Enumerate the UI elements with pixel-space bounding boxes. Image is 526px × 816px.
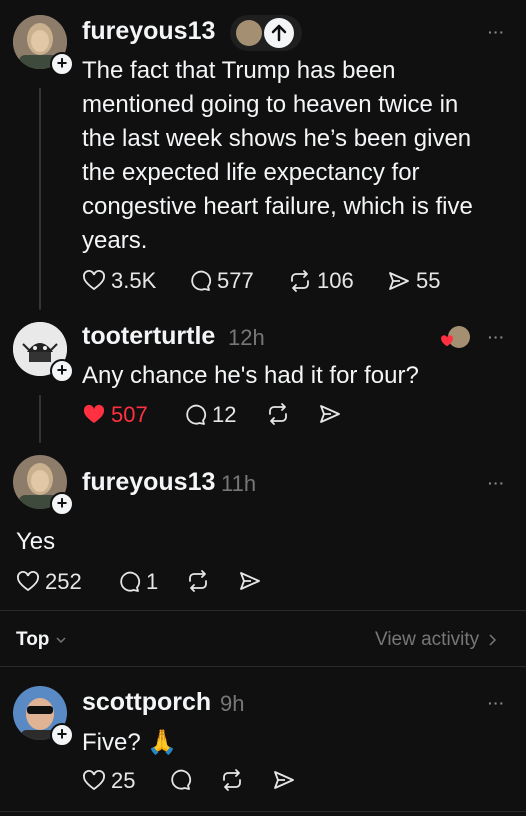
post-text: Any chance he's had it for four? (82, 362, 419, 389)
like-count: 507 (111, 402, 148, 427)
reply-count: 1 (146, 569, 159, 594)
divider (0, 811, 526, 812)
repost-count: 106 (317, 268, 354, 293)
repost-icon (189, 570, 207, 592)
like-count: 3.5K (111, 268, 157, 293)
sort-dropdown[interactable]: Top (16, 629, 67, 651)
reply-bubble-icon (120, 571, 141, 592)
share-button[interactable] (238, 569, 262, 593)
heart-icon (17, 571, 39, 592)
thread-line (39, 395, 41, 443)
post-text: Five? 🙏 (82, 729, 178, 756)
reply-button[interactable]: 1 (117, 569, 158, 595)
reply-bubble-icon (191, 270, 212, 291)
repost-icon (223, 769, 241, 791)
post-text-line: mentioned going to heaven twice in (82, 91, 459, 118)
divider (0, 666, 526, 667)
share-count: 55 (416, 268, 441, 293)
share-button[interactable]: 55 (387, 268, 440, 294)
follow-plus-button[interactable]: + (50, 723, 74, 747)
repost-icon (291, 270, 309, 292)
reply-count: 577 (217, 268, 254, 293)
post-text-line: The fact that Trump has been (82, 57, 396, 84)
reply-button[interactable] (168, 768, 192, 792)
post-time: 9h (220, 691, 245, 716)
up-arrow-icon (264, 18, 294, 48)
reply-button[interactable]: 12 (183, 402, 236, 428)
view-activity-link[interactable]: View activity (375, 629, 497, 651)
share-button[interactable] (272, 768, 296, 792)
like-button[interactable]: 252 (16, 569, 82, 595)
send-icon (320, 405, 340, 423)
thread-line (39, 88, 41, 310)
repost-button[interactable] (186, 569, 210, 593)
more-options-icon[interactable]: ··· (488, 695, 505, 711)
post-time: 11h (221, 471, 257, 496)
follow-plus-button[interactable]: + (50, 52, 74, 76)
send-icon (389, 272, 409, 290)
reply-bubble-icon (186, 404, 207, 425)
post-text-line: congestive heart failure, which is five (82, 193, 473, 220)
heart-icon (83, 270, 105, 291)
post-text-line: years. (82, 227, 148, 254)
like-button[interactable]: 3.5K (82, 268, 156, 294)
more-options-icon[interactable]: ··· (488, 329, 505, 345)
chevron-right-icon (489, 634, 497, 646)
heart-filled-icon (83, 404, 105, 423)
send-icon (240, 572, 260, 590)
reply-bubble-icon (171, 769, 192, 790)
follow-plus-button[interactable]: + (50, 359, 74, 383)
chevron-down-icon (56, 637, 66, 644)
heart-icon (441, 335, 453, 347)
post-username[interactable]: fureyous13 (82, 468, 215, 497)
send-icon (274, 771, 294, 789)
post-username[interactable]: scottporch (82, 688, 211, 717)
divider (0, 610, 526, 611)
post-text: Yes (16, 528, 56, 555)
repost-icon (269, 403, 287, 425)
small-avatar-icon (236, 20, 262, 46)
share-button[interactable] (318, 402, 342, 426)
reply-count: 12 (212, 402, 237, 427)
reposted-by-badge[interactable] (230, 15, 302, 51)
repost-button[interactable] (220, 768, 244, 792)
post-text-line: the expected life expectancy for (82, 159, 420, 186)
view-activity-label: View activity (375, 629, 480, 650)
more-options-icon[interactable]: ··· (488, 24, 505, 40)
post-time: 12h (228, 325, 265, 350)
like-button[interactable]: 507 (82, 402, 148, 428)
sort-label: Top (16, 629, 50, 650)
like-button[interactable]: 25 (82, 768, 135, 794)
post-username[interactable]: fureyous13 (82, 17, 215, 46)
like-count: 252 (45, 569, 82, 594)
reply-button[interactable]: 577 (188, 268, 254, 294)
follow-plus-button[interactable]: + (50, 492, 74, 516)
post-text: The fact that Trump has been mentioned g… (82, 54, 512, 258)
repost-button[interactable]: 106 (288, 268, 354, 294)
liked-by-author-badge (440, 326, 470, 350)
post-text-line: the last week shows he’s been given (82, 125, 472, 152)
more-options-icon[interactable]: ··· (488, 475, 505, 491)
repost-button[interactable] (266, 402, 290, 426)
like-count: 25 (111, 768, 136, 793)
post-username[interactable]: tooterturtle (82, 322, 215, 351)
heart-icon (83, 770, 105, 791)
